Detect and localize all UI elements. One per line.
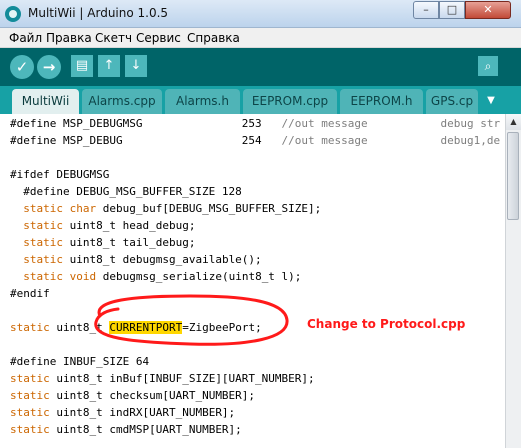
annotation-label: Change to Protocol.cpp (307, 317, 466, 331)
annotation-oval (94, 294, 289, 346)
